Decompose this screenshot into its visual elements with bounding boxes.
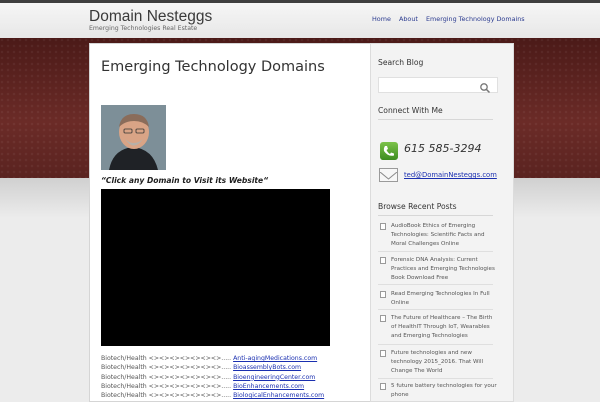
domain-list: Biotech/Health <><><><><><><>..... Anti-… <box>101 354 366 400</box>
divider <box>378 119 493 120</box>
domain-category: Biotech/Health <><><><><><><>..... <box>101 364 232 372</box>
domain-category: Biotech/Health <><><><><><><>..... <box>101 355 232 362</box>
recent-post-link[interactable]: Read Emerging Technologies In Full Onlin… <box>391 290 499 308</box>
site-tagline: Emerging Technologies Real Estate <box>89 25 198 32</box>
phone-number: 615 585-3294 <box>404 142 482 155</box>
list-item: Biotech/Health <><><><><><><>..... Bioas… <box>101 363 366 372</box>
list-item: Biotech/Health <><><><><><><>..... Bioen… <box>101 373 366 382</box>
document-icon <box>380 383 386 390</box>
domain-link[interactable]: BiologicalEnhancements.com <box>233 392 324 399</box>
page-title: Emerging Technology Domains <box>101 59 325 75</box>
divider <box>378 309 493 310</box>
recent-posts-heading: Browse Recent Posts <box>378 202 457 211</box>
document-icon <box>380 315 386 322</box>
nav-item-home[interactable]: Home <box>372 15 391 23</box>
search-heading: Search Blog <box>378 58 424 67</box>
domain-link[interactable]: BioassemblyBots.com <box>233 364 301 371</box>
document-icon <box>380 223 386 230</box>
search-icon <box>480 83 491 94</box>
phone-icon <box>380 142 398 160</box>
site-header: Domain Nesteggs Emerging Technologies Re… <box>0 3 600 38</box>
author-photo <box>101 105 166 170</box>
recent-post-link[interactable]: Forensic DNA Analysis: Current Practices… <box>391 256 499 284</box>
divider <box>378 378 493 379</box>
list-item: Biotech/Health <><><><><><><>..... Biolo… <box>101 391 366 400</box>
divider <box>378 215 493 216</box>
divider <box>378 344 493 345</box>
domain-link[interactable]: BioengineeringCenter.com <box>233 374 315 381</box>
search-button[interactable] <box>478 79 492 94</box>
recent-post-link[interactable]: AudioBook Ethics of Emerging Technologie… <box>391 222 499 250</box>
divider <box>378 251 493 252</box>
recent-post-link[interactable]: 5 future battery technologies for your p… <box>391 382 499 400</box>
divider <box>378 284 493 285</box>
document-icon <box>380 257 386 264</box>
nav-item-emerging-technology-domains[interactable]: Emerging Technology Domains <box>426 15 525 23</box>
video-player[interactable] <box>101 189 330 346</box>
nav-item-about[interactable]: About <box>399 15 418 23</box>
email-link[interactable]: ted@DomainNesteggs.com <box>404 171 497 179</box>
list-item: Biotech/Health <><><><><><><>..... BioEn… <box>101 382 366 391</box>
domain-category: Biotech/Health <><><><><><><>..... <box>101 373 232 381</box>
recent-post-link[interactable]: Future technologies and new technology 2… <box>391 349 499 377</box>
domain-category: Biotech/Health <><><><><><><>..... <box>101 392 232 400</box>
site-title[interactable]: Domain Nesteggs <box>89 8 212 26</box>
list-item: Biotech/Health <><><><><><><>..... Anti-… <box>101 354 366 363</box>
document-icon <box>380 291 386 298</box>
document-icon <box>380 350 386 357</box>
domain-link[interactable]: BioEnhancements.com <box>233 383 304 390</box>
mail-icon <box>379 168 398 182</box>
connect-heading: Connect With Me <box>378 106 443 115</box>
click-domain-instruction: “Click any Domain to Visit its Website“ <box>101 176 269 185</box>
domain-link[interactable]: Anti-agingMedications.com <box>233 355 317 362</box>
domain-category: Biotech/Health <><><><><><><>..... <box>101 382 232 390</box>
recent-post-link[interactable]: The Future of Healthcare – The Birth of … <box>391 314 499 342</box>
